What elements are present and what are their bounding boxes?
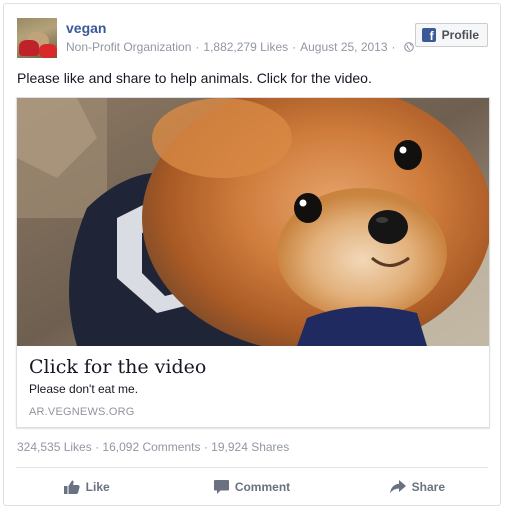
like-button-label: Like <box>85 480 110 494</box>
thumbs-up-icon <box>63 480 80 494</box>
share-button[interactable]: Share <box>335 468 500 506</box>
post-actions: Like Comment Share <box>4 468 500 506</box>
attachment-description: Please don't eat me. <box>29 382 139 396</box>
likes-count[interactable]: 324,535 Likes <box>17 440 92 454</box>
comment-button[interactable]: Comment <box>169 468 334 506</box>
attachment-title[interactable]: Click for the video <box>29 356 206 378</box>
page-likes-count[interactable]: 1,882,279 Likes <box>203 40 288 54</box>
globe-icon[interactable] <box>403 42 414 52</box>
page-category: Non-Profit Organization <box>66 40 192 54</box>
link-attachment[interactable]: Click for the video Please don't eat me.… <box>16 97 490 428</box>
share-button-label: Share <box>411 480 445 494</box>
comment-icon <box>213 480 229 494</box>
post-card: vegan Non-Profit Organization · 1,882,27… <box>3 3 501 506</box>
shares-count[interactable]: 19,924 Shares <box>211 440 289 454</box>
page-name-link[interactable]: vegan <box>66 20 106 36</box>
post-date[interactable]: August 25, 2013 <box>300 40 387 54</box>
comments-count[interactable]: 16,092 Comments <box>102 440 200 454</box>
post-meta: Non-Profit Organization · 1,882,279 Like… <box>66 40 414 54</box>
like-button[interactable]: Like <box>4 468 169 506</box>
attachment-photo[interactable] <box>17 98 489 346</box>
profile-button[interactable]: f Profile <box>414 23 488 47</box>
profile-button-label: Profile <box>441 28 479 42</box>
facebook-f-icon: f <box>421 28 436 43</box>
share-arrow-icon <box>389 480 406 494</box>
post-message: Please like and share to help animals. C… <box>17 70 372 86</box>
attachment-domain: AR.VEGNEWS.ORG <box>29 406 135 418</box>
page-avatar[interactable] <box>17 18 57 58</box>
comment-button-label: Comment <box>234 480 291 494</box>
post-stats: 324,535 Likes · 16,092 Comments · 19,924… <box>17 440 290 454</box>
